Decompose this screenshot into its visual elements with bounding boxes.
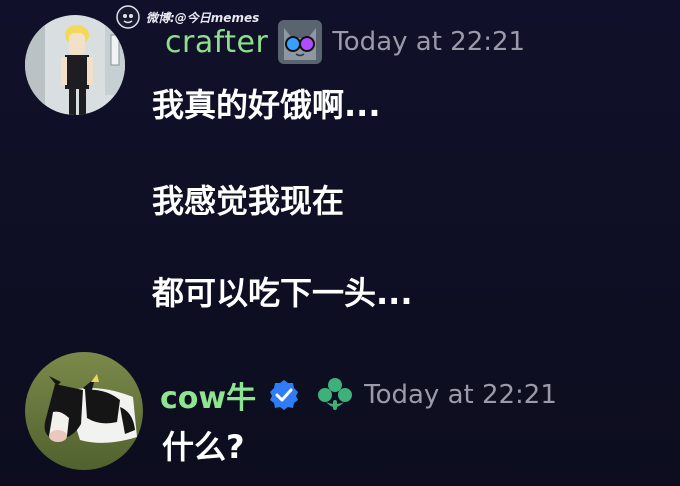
message-line: 都可以吃下一头... <box>152 274 413 312</box>
avatar-image <box>25 15 125 115</box>
message-header: crafter Today at 22:21 <box>165 20 525 64</box>
username[interactable]: cow牛 <box>160 373 256 417</box>
timestamp: Today at 22:21 <box>364 380 557 410</box>
message-crafter: crafter Today at 22:21 我真的好饿啊... 我感觉我现在 … <box>0 0 680 340</box>
message-line: 什么? <box>162 428 245 466</box>
message-line: 我感觉我现在 <box>152 182 345 220</box>
verified-check-icon <box>270 380 299 410</box>
cat-with-glasses-icon[interactable] <box>278 20 323 64</box>
message-cow: cow牛 Today at 22:21 什么? <box>0 340 680 486</box>
timestamp: Today at 22:21 <box>332 27 526 57</box>
cow-avatar[interactable] <box>25 352 143 470</box>
chat-view: 微博:@今日memes crafter Today at 22:21 我真的好饿… <box>0 0 680 486</box>
message-header: cow牛 Today at 22:21 <box>160 372 557 418</box>
clover-icon <box>318 378 353 410</box>
avatar-image <box>25 352 143 470</box>
message-line: 我真的好饿啊... <box>152 86 381 124</box>
username[interactable]: crafter <box>165 25 268 60</box>
cartoon-character-avatar[interactable] <box>25 15 125 115</box>
